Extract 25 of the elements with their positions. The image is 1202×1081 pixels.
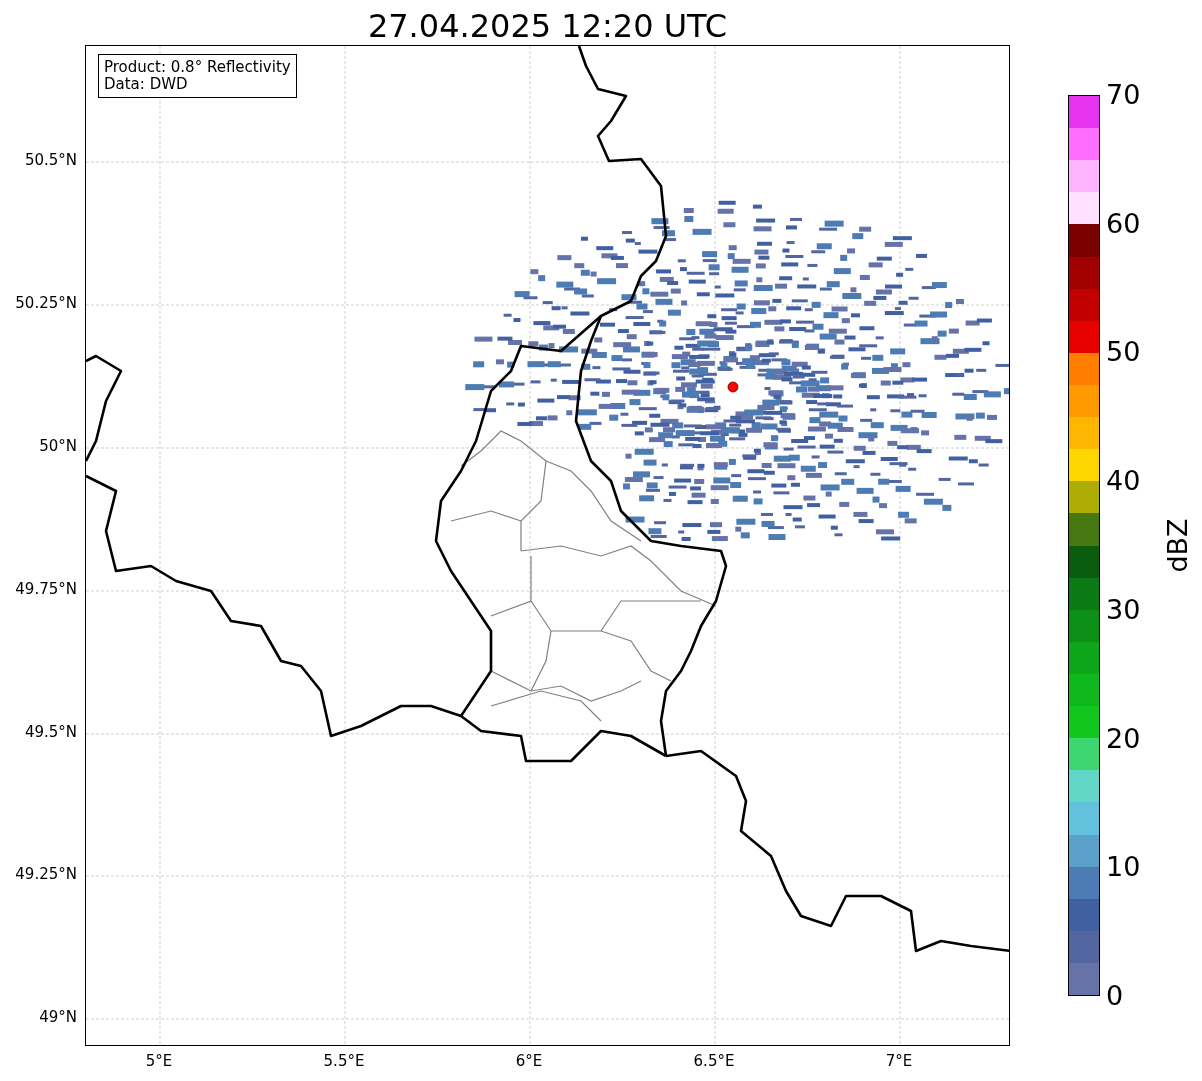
longitude-tick-label: 5°E bbox=[145, 1054, 173, 1069]
longitude-tick-label: 6.5°E bbox=[693, 1054, 735, 1069]
latitude-tick-label: 49.25°N bbox=[15, 867, 77, 882]
info-text: Data: DWD bbox=[104, 76, 189, 94]
colorbar-tick-label: 20 bbox=[1106, 724, 1141, 752]
latitude-tick-label: 49.5°N bbox=[24, 725, 77, 740]
colorbar-tick-label: 10 bbox=[1106, 853, 1141, 881]
colorbar-tick-label: 0 bbox=[1106, 982, 1124, 1009]
info-text: Product: 0.8° Reflectivity bbox=[104, 59, 291, 77]
latitude-tick-label: 50.25°N bbox=[15, 296, 77, 311]
longitude-tick-label: 6°E bbox=[515, 1054, 543, 1069]
colorbar-tick-label: 30 bbox=[1106, 595, 1141, 623]
latitude-tick-label: 50.5°N bbox=[24, 153, 77, 168]
latitude-tick-label: 50°N bbox=[39, 439, 77, 454]
colorbar-tick-label: 70 bbox=[1106, 81, 1141, 108]
colorbar-label: dBZ bbox=[1161, 518, 1193, 573]
latitude-tick-label: 49°N bbox=[39, 1010, 77, 1025]
colorbar-tick-label: 50 bbox=[1106, 338, 1141, 366]
latitude-tick-label: 49.75°N bbox=[15, 582, 77, 597]
chart-title: 27.04.2025 12:20 UTC bbox=[367, 5, 728, 42]
longitude-tick-label: 5.5°E bbox=[323, 1054, 365, 1069]
colorbar-tick-label: 60 bbox=[1106, 209, 1141, 237]
radar-site-marker bbox=[727, 381, 739, 393]
colorbar-tick-label: 40 bbox=[1106, 467, 1141, 495]
longitude-tick-label: 7°E bbox=[885, 1054, 913, 1069]
